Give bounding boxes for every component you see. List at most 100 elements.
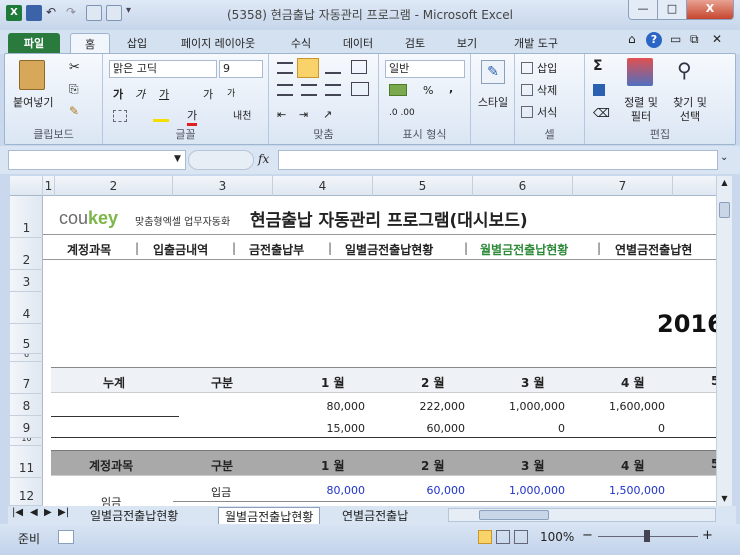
sheet-nav-last-icon[interactable]: ▶| bbox=[58, 507, 69, 518]
sheet-nav-first-icon[interactable]: |◀ bbox=[12, 507, 23, 518]
sheet-nav-prev-icon[interactable]: ◀ bbox=[30, 507, 38, 518]
doc-close-icon[interactable]: ✕ bbox=[712, 32, 722, 46]
row-header-6[interactable]: 6 bbox=[10, 354, 43, 362]
font-size-select[interactable]: 9 bbox=[219, 60, 263, 78]
row-header-10[interactable]: 10 bbox=[10, 438, 43, 446]
sheet-tab-yearly[interactable]: 연별금전출납 bbox=[342, 507, 438, 524]
currency-icon[interactable] bbox=[389, 84, 407, 96]
row-header-7[interactable]: 7 bbox=[10, 362, 43, 394]
autosum-button[interactable]: Σ bbox=[593, 58, 603, 74]
shrink-font-button[interactable]: 가 bbox=[227, 86, 235, 99]
column-header-7[interactable]: 7 bbox=[573, 176, 673, 196]
column-header-5[interactable]: 5 bbox=[373, 176, 473, 196]
paste-button[interactable]: 붙여넣기 bbox=[13, 94, 53, 110]
column-header-3[interactable]: 3 bbox=[173, 176, 273, 196]
help-icon[interactable]: ? bbox=[646, 32, 662, 48]
account-value-cell[interactable]: 80,000 bbox=[265, 484, 366, 497]
zoom-level[interactable]: 100% bbox=[540, 530, 574, 544]
phonetic-button[interactable]: 내천 bbox=[233, 107, 251, 122]
tab-view[interactable]: 보기 bbox=[452, 33, 482, 54]
summary-cell[interactable]: 1,600,000 bbox=[565, 400, 665, 413]
fill-color-icon[interactable] bbox=[153, 108, 169, 122]
name-box[interactable] bbox=[8, 150, 186, 170]
summary-cell[interactable]: 60,000 bbox=[365, 422, 466, 435]
format-painter-icon[interactable]: ✎ bbox=[69, 104, 79, 118]
tab-insert[interactable]: 삽입 bbox=[120, 33, 154, 54]
tab-page-layout[interactable]: 페이지 레이아웃 bbox=[170, 33, 266, 54]
column-header-4[interactable]: 4 bbox=[273, 176, 373, 196]
find-select-button[interactable]: 찾기 및 선택 bbox=[669, 96, 711, 124]
menu-item-cashbook[interactable]: 금전출납부 bbox=[249, 241, 304, 258]
minimize-button[interactable]: — bbox=[628, 0, 658, 20]
summary-cell[interactable]: 80,000 bbox=[265, 400, 366, 413]
tab-formulas[interactable]: 수식 bbox=[286, 33, 316, 54]
close-button[interactable]: X bbox=[686, 0, 734, 20]
zoom-slider-thumb[interactable] bbox=[644, 530, 650, 542]
cut-icon[interactable]: ✂ bbox=[69, 60, 80, 75]
decrease-indent-icon[interactable]: ⇤ bbox=[277, 108, 286, 121]
row-header-3[interactable]: 3 bbox=[10, 270, 43, 292]
formula-expand-icon[interactable] bbox=[188, 150, 254, 170]
align-right-icon[interactable] bbox=[325, 84, 341, 96]
vertical-scrollbar[interactable]: ▲ ▼ bbox=[716, 176, 732, 506]
align-top-icon[interactable] bbox=[277, 62, 293, 74]
column-header-6[interactable]: 6 bbox=[473, 176, 573, 196]
formula-input[interactable] bbox=[278, 150, 718, 170]
paste-icon[interactable] bbox=[19, 60, 45, 90]
tab-home[interactable]: 홈 bbox=[70, 33, 110, 54]
row-header-4[interactable]: 4 bbox=[10, 292, 43, 324]
row-header-1[interactable]: 1 bbox=[10, 196, 43, 238]
summary-cell[interactable]: 222,000 bbox=[365, 400, 466, 413]
zoom-out-button[interactable]: − bbox=[582, 528, 593, 543]
tab-file[interactable]: 파일 bbox=[8, 33, 60, 54]
horizontal-scrollbar[interactable] bbox=[448, 508, 716, 522]
format-cells-icon[interactable] bbox=[521, 106, 533, 118]
account-name-cell[interactable]: 임금 bbox=[101, 494, 121, 506]
insert-cells-icon[interactable] bbox=[521, 62, 533, 74]
align-left-icon[interactable] bbox=[277, 84, 293, 96]
scroll-thumb[interactable] bbox=[719, 202, 730, 218]
clear-icon[interactable]: ⌫ bbox=[593, 106, 610, 120]
tab-review[interactable]: 검토 bbox=[400, 33, 430, 54]
summary-cell[interactable]: 1,000,000 bbox=[465, 400, 565, 413]
align-bottom-icon[interactable] bbox=[325, 62, 341, 74]
increase-decimal-icon[interactable]: .0 .00 bbox=[389, 108, 415, 118]
account-value-cell[interactable]: 1,500,000 bbox=[565, 484, 665, 497]
insert-function-button[interactable]: fx bbox=[258, 152, 269, 166]
align-center-icon[interactable] bbox=[301, 84, 317, 96]
summary-cell[interactable]: 0 bbox=[565, 422, 665, 435]
ribbon-collapse-icon[interactable]: ⌂ bbox=[628, 32, 636, 46]
number-format-select[interactable]: 일반 bbox=[385, 60, 465, 78]
doc-minimize-icon[interactable]: ▭ bbox=[670, 32, 681, 46]
column-header-2[interactable]: 2 bbox=[55, 176, 173, 196]
maximize-button[interactable]: □ bbox=[657, 0, 687, 20]
orientation-icon[interactable]: ↗ bbox=[323, 108, 332, 121]
styles-button[interactable]: 스타일 bbox=[471, 94, 515, 110]
account-value-cell[interactable]: 60,000 bbox=[365, 484, 466, 497]
menu-item-accounts[interactable]: 계정과목 bbox=[67, 241, 111, 258]
row-header-9[interactable]: 9 bbox=[10, 416, 43, 438]
sheet-nav-next-icon[interactable]: ▶ bbox=[44, 507, 52, 518]
scroll-up-icon[interactable]: ▲ bbox=[719, 178, 730, 188]
menu-item-daily[interactable]: 일별금전출납현황 bbox=[345, 241, 433, 258]
format-button[interactable]: 서식 bbox=[537, 104, 557, 120]
find-select-icon[interactable]: ⚲ bbox=[677, 58, 703, 86]
font-name-select[interactable]: 맑은 고딕 bbox=[109, 60, 217, 78]
delete-button[interactable]: 삭제 bbox=[537, 82, 557, 98]
hscroll-thumb[interactable] bbox=[479, 510, 549, 520]
zoom-in-button[interactable]: + bbox=[702, 528, 713, 543]
sort-filter-button[interactable]: 정렬 및 필터 bbox=[621, 96, 661, 124]
macro-record-icon[interactable] bbox=[58, 530, 74, 544]
tab-developer[interactable]: 개발 도구 bbox=[506, 33, 566, 54]
increase-indent-icon[interactable]: ⇥ bbox=[299, 108, 308, 121]
underline-button[interactable]: 가 bbox=[159, 86, 169, 102]
merge-center-icon[interactable] bbox=[351, 82, 369, 96]
copy-icon[interactable]: ⎘ bbox=[69, 82, 79, 97]
italic-button[interactable]: 가 bbox=[135, 86, 145, 102]
align-middle-icon[interactable] bbox=[297, 58, 319, 78]
account-value-cell[interactable]: 1,000,000 bbox=[465, 484, 565, 497]
font-color-button[interactable]: 가 bbox=[187, 107, 198, 126]
percent-button[interactable]: % bbox=[423, 84, 433, 97]
summary-cell[interactable]: 0 bbox=[465, 422, 565, 435]
row-header-12[interactable]: 12 bbox=[10, 478, 43, 506]
